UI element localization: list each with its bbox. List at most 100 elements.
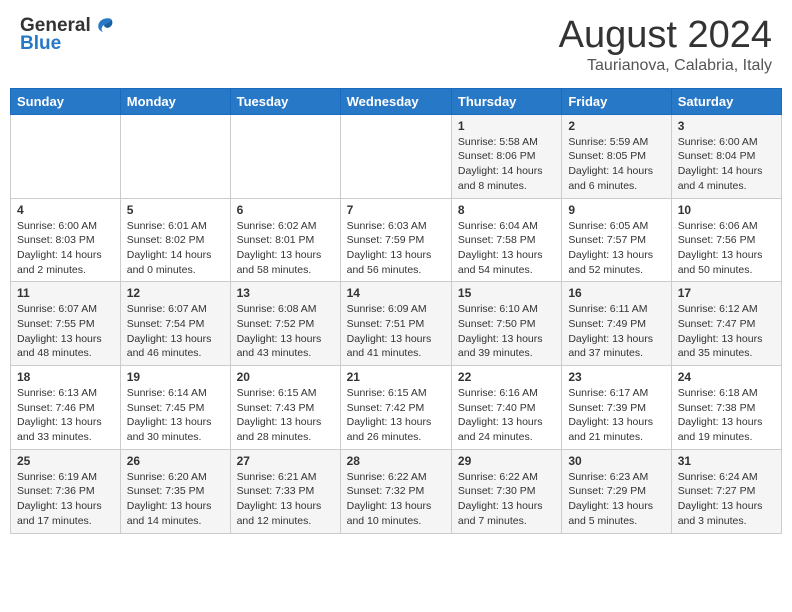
calendar-cell xyxy=(230,114,340,198)
calendar-cell: 21Sunrise: 6:15 AMSunset: 7:42 PMDayligh… xyxy=(340,366,451,450)
calendar-cell: 28Sunrise: 6:22 AMSunset: 7:32 PMDayligh… xyxy=(340,449,451,533)
calendar-week-row: 18 Sunrise: 6:13 AMSunset: 7:46 PMDayligh… xyxy=(11,366,782,450)
day-number: 16 xyxy=(568,286,664,300)
calendar-cell: 20Sunrise: 6:15 AMSunset: 7:43 PMDayligh… xyxy=(230,366,340,450)
calendar-cell: 11 Sunrise: 6:07 AMSunset: 7:55 PMDayligh… xyxy=(11,282,121,366)
day-number: 14 xyxy=(347,286,445,300)
day-info: Sunrise: 6:22 AMSunset: 7:32 PMDaylight:… xyxy=(347,470,445,529)
day-number: 23 xyxy=(568,370,664,384)
calendar-cell: 10Sunrise: 6:06 AMSunset: 7:56 PMDayligh… xyxy=(671,198,781,282)
day-info: Sunrise: 6:14 AMSunset: 7:45 PMDaylight:… xyxy=(127,386,224,445)
calendar-cell: 25 Sunrise: 6:19 AMSunset: 7:36 PMDayligh… xyxy=(11,449,121,533)
day-info: Sunrise: 6:11 AMSunset: 7:49 PMDaylight:… xyxy=(568,302,664,361)
day-info: Sunrise: 6:13 AMSunset: 7:46 PMDaylight:… xyxy=(17,386,114,445)
day-number: 24 xyxy=(678,370,775,384)
title-section: August 2024 Taurianova, Calabria, Italy xyxy=(559,15,772,75)
day-number: 30 xyxy=(568,454,664,468)
calendar-cell xyxy=(11,114,121,198)
day-info: Sunrise: 6:12 AMSunset: 7:47 PMDaylight:… xyxy=(678,302,775,361)
calendar-cell: 3 Sunrise: 6:00 AMSunset: 8:04 PMDaylight… xyxy=(671,114,781,198)
header-sunday: Sunday xyxy=(11,88,121,114)
day-number: 2 xyxy=(568,119,664,133)
calendar-cell: 24 Sunrise: 6:18 AMSunset: 7:38 PMDayligh… xyxy=(671,366,781,450)
day-number: 26 xyxy=(127,454,224,468)
day-info: Sunrise: 6:01 AMSunset: 8:02 PMDaylight:… xyxy=(127,219,224,278)
day-number: 22 xyxy=(458,370,555,384)
day-number: 12 xyxy=(127,286,224,300)
day-number: 13 xyxy=(237,286,334,300)
day-info: Sunrise: 6:08 AMSunset: 7:52 PMDaylight:… xyxy=(237,302,334,361)
day-info: Sunrise: 6:00 AMSunset: 8:04 PMDaylight:… xyxy=(678,135,775,194)
calendar-cell: 9 Sunrise: 6:05 AMSunset: 7:57 PMDaylight… xyxy=(562,198,671,282)
calendar-cell: 26 Sunrise: 6:20 AMSunset: 7:35 PMDayligh… xyxy=(120,449,230,533)
header-wednesday: Wednesday xyxy=(340,88,451,114)
day-number: 15 xyxy=(458,286,555,300)
day-info: Sunrise: 6:00 AMSunset: 8:03 PMDaylight:… xyxy=(17,219,114,278)
day-number: 10 xyxy=(678,203,775,217)
calendar-cell: 8 Sunrise: 6:04 AMSunset: 7:58 PMDaylight… xyxy=(451,198,561,282)
day-info: Sunrise: 6:19 AMSunset: 7:36 PMDaylight:… xyxy=(17,470,114,529)
day-info: Sunrise: 6:02 AMSunset: 8:01 PMDaylight:… xyxy=(237,219,334,278)
calendar-cell: 15 Sunrise: 6:10 AMSunset: 7:50 PMDayligh… xyxy=(451,282,561,366)
calendar-week-row: 11 Sunrise: 6:07 AMSunset: 7:55 PMDayligh… xyxy=(11,282,782,366)
day-number: 7 xyxy=(347,203,445,217)
calendar-week-row: 25 Sunrise: 6:19 AMSunset: 7:36 PMDayligh… xyxy=(11,449,782,533)
day-number: 18 xyxy=(17,370,114,384)
header-monday: Monday xyxy=(120,88,230,114)
day-number: 4 xyxy=(17,203,114,217)
header-friday: Friday xyxy=(562,88,671,114)
calendar-cell: 29Sunrise: 6:22 AMSunset: 7:30 PMDayligh… xyxy=(451,449,561,533)
calendar-cell: 18 Sunrise: 6:13 AMSunset: 7:46 PMDayligh… xyxy=(11,366,121,450)
day-number: 25 xyxy=(17,454,114,468)
day-info: Sunrise: 6:15 AMSunset: 7:43 PMDaylight:… xyxy=(237,386,334,445)
calendar-cell: 4 Sunrise: 6:00 AMSunset: 8:03 PMDaylight… xyxy=(11,198,121,282)
calendar-week-row: 4 Sunrise: 6:00 AMSunset: 8:03 PMDaylight… xyxy=(11,198,782,282)
month-year-title: August 2024 xyxy=(559,15,772,57)
day-info: Sunrise: 6:07 AMSunset: 7:55 PMDaylight:… xyxy=(17,302,114,361)
day-number: 21 xyxy=(347,370,445,384)
calendar-table: SundayMondayTuesdayWednesdayThursdayFrid… xyxy=(10,88,782,534)
day-info: Sunrise: 6:20 AMSunset: 7:35 PMDaylight:… xyxy=(127,470,224,529)
calendar-cell: 5 Sunrise: 6:01 AMSunset: 8:02 PMDaylight… xyxy=(120,198,230,282)
day-info: Sunrise: 6:24 AMSunset: 7:27 PMDaylight:… xyxy=(678,470,775,529)
location-subtitle: Taurianova, Calabria, Italy xyxy=(559,57,772,75)
calendar-cell xyxy=(120,114,230,198)
day-number: 5 xyxy=(127,203,224,217)
logo-text-blue: Blue xyxy=(20,33,61,55)
page-header: General Blue August 2024 Taurianova, Cal… xyxy=(10,10,782,80)
calendar-cell: 14Sunrise: 6:09 AMSunset: 7:51 PMDayligh… xyxy=(340,282,451,366)
day-number: 9 xyxy=(568,203,664,217)
header-tuesday: Tuesday xyxy=(230,88,340,114)
calendar-cell: 6Sunrise: 6:02 AMSunset: 8:01 PMDaylight… xyxy=(230,198,340,282)
header-saturday: Saturday xyxy=(671,88,781,114)
calendar-header-row: SundayMondayTuesdayWednesdayThursdayFrid… xyxy=(11,88,782,114)
day-number: 8 xyxy=(458,203,555,217)
day-info: Sunrise: 6:23 AMSunset: 7:29 PMDaylight:… xyxy=(568,470,664,529)
calendar-cell xyxy=(340,114,451,198)
day-number: 3 xyxy=(678,119,775,133)
logo: General Blue xyxy=(20,15,115,55)
calendar-cell: 12 Sunrise: 6:07 AMSunset: 7:54 PMDayligh… xyxy=(120,282,230,366)
day-number: 17 xyxy=(678,286,775,300)
calendar-cell: 19 Sunrise: 6:14 AMSunset: 7:45 PMDayligh… xyxy=(120,366,230,450)
day-info: Sunrise: 6:05 AMSunset: 7:57 PMDaylight:… xyxy=(568,219,664,278)
calendar-cell: 27Sunrise: 6:21 AMSunset: 7:33 PMDayligh… xyxy=(230,449,340,533)
calendar-cell: 13 Sunrise: 6:08 AMSunset: 7:52 PMDayligh… xyxy=(230,282,340,366)
day-info: Sunrise: 6:17 AMSunset: 7:39 PMDaylight:… xyxy=(568,386,664,445)
day-info: Sunrise: 5:58 AMSunset: 8:06 PMDaylight:… xyxy=(458,135,555,194)
day-info: Sunrise: 6:07 AMSunset: 7:54 PMDaylight:… xyxy=(127,302,224,361)
day-number: 11 xyxy=(17,286,114,300)
day-number: 19 xyxy=(127,370,224,384)
calendar-cell: 30 Sunrise: 6:23 AMSunset: 7:29 PMDayligh… xyxy=(562,449,671,533)
day-info: Sunrise: 6:18 AMSunset: 7:38 PMDaylight:… xyxy=(678,386,775,445)
calendar-cell: 22 Sunrise: 6:16 AMSunset: 7:40 PMDayligh… xyxy=(451,366,561,450)
day-info: Sunrise: 6:21 AMSunset: 7:33 PMDaylight:… xyxy=(237,470,334,529)
day-info: Sunrise: 6:04 AMSunset: 7:58 PMDaylight:… xyxy=(458,219,555,278)
calendar-cell: 23 Sunrise: 6:17 AMSunset: 7:39 PMDayligh… xyxy=(562,366,671,450)
day-info: Sunrise: 6:16 AMSunset: 7:40 PMDaylight:… xyxy=(458,386,555,445)
calendar-cell: 17 Sunrise: 6:12 AMSunset: 7:47 PMDayligh… xyxy=(671,282,781,366)
day-info: Sunrise: 6:10 AMSunset: 7:50 PMDaylight:… xyxy=(458,302,555,361)
calendar-week-row: 1 Sunrise: 5:58 AMSunset: 8:06 PMDaylight… xyxy=(11,114,782,198)
day-number: 1 xyxy=(458,119,555,133)
calendar-cell: 7Sunrise: 6:03 AMSunset: 7:59 PMDaylight… xyxy=(340,198,451,282)
